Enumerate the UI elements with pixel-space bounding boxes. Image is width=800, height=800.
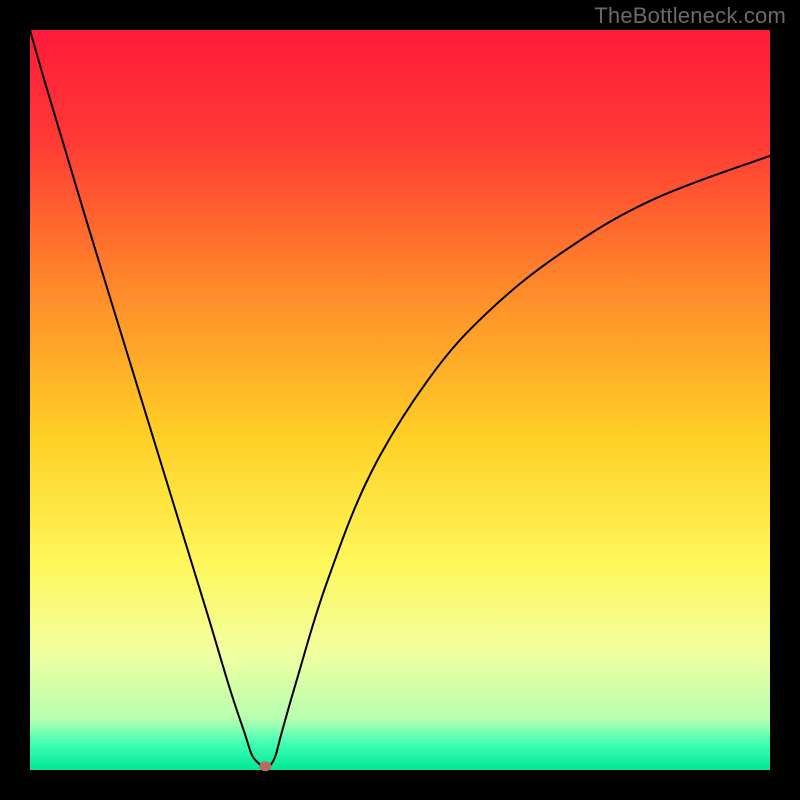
watermark-text: TheBottleneck.com [594,3,786,29]
bottleneck-chart [0,0,800,800]
chart-container: TheBottleneck.com [0,0,800,800]
min-point-marker [259,761,271,771]
